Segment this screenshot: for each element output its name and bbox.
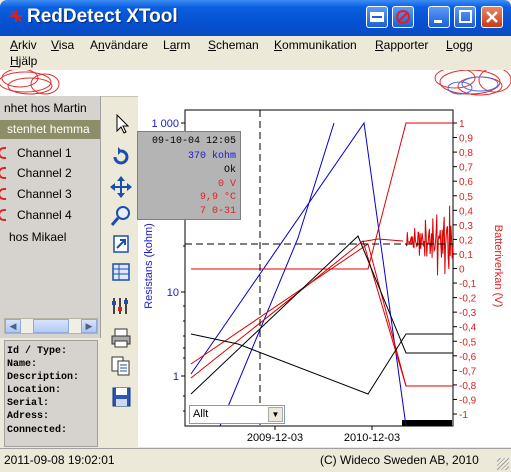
- maximize-button[interactable]: [454, 6, 476, 28]
- status-datetime: 2011-09-08 19:02:01: [4, 453, 115, 467]
- y-right-tick-label: -0,8: [459, 381, 477, 392]
- menu-visa[interactable]: Visa: [51, 38, 74, 52]
- zoom-icon[interactable]: [108, 204, 134, 228]
- tree-node-martin[interactable]: nhet hos Martin: [0, 99, 100, 118]
- tree-node-channel-1[interactable]: Channel 1: [0, 144, 100, 163]
- y-right-tick-label: 0,5: [459, 192, 473, 203]
- device-tree: nhet hos Martin stenhet hemma Channel 1 …: [0, 96, 101, 338]
- y-left-tick-label: 1: [173, 371, 179, 383]
- resize-grip[interactable]: [497, 458, 509, 470]
- y-right-tick-label: 0,6: [459, 177, 473, 188]
- y-right-tick-label: 0,7: [459, 163, 473, 174]
- tree-scrollbar[interactable]: ◀ ▶: [4, 318, 98, 334]
- window-title: RedDetect XTool: [27, 6, 178, 27]
- tooltip-code: 7 0-31: [199, 206, 236, 217]
- status-copyright: (C) Wideco Sweden AB, 2010: [320, 453, 479, 467]
- menu-larm[interactable]: Larm: [163, 38, 190, 52]
- table-icon[interactable]: [108, 260, 134, 284]
- menu-rapporter[interactable]: Rapporter: [375, 38, 428, 52]
- range-select-value: Allt: [193, 408, 209, 420]
- y-right-tick-label: -0,9: [459, 395, 477, 406]
- app-icon: [10, 10, 22, 22]
- header-banner: [0, 70, 511, 97]
- y-left-tick-label: 1 000: [151, 118, 179, 130]
- title-bar: RedDetect XTool: [0, 0, 511, 36]
- channel-icon: [0, 147, 6, 159]
- settings-icon[interactable]: [108, 294, 134, 318]
- chart-toolbar: [106, 108, 136, 448]
- menu-scheman[interactable]: Scheman: [208, 38, 259, 52]
- chevron-down-icon[interactable]: ▼: [268, 407, 283, 422]
- close-button[interactable]: [481, 6, 503, 28]
- tree-node-channel-3[interactable]: Channel 3: [0, 185, 100, 204]
- tree-node-channel-4[interactable]: Channel 4: [0, 206, 100, 225]
- menu-hjalp[interactable]: Hjälp: [10, 54, 37, 68]
- tooltip-voltage: 0 V: [217, 179, 236, 190]
- menu-arkiv[interactable]: Arkiv: [10, 38, 37, 52]
- y-right-tick-label: 0,4: [459, 206, 473, 217]
- menu-bar: Arkiv Visa Användare Larm Scheman Kommun…: [0, 36, 511, 70]
- copy-icon[interactable]: [108, 354, 134, 378]
- y-right-tick-label: -1: [459, 410, 468, 421]
- channel-icon: [0, 188, 6, 200]
- connect-icon[interactable]: [366, 6, 388, 28]
- tree-node-hemma[interactable]: stenhet hemma: [0, 120, 100, 139]
- minimize-button[interactable]: [428, 6, 450, 28]
- x-tick-label: 2009-12-03: [247, 432, 303, 444]
- y-right-tick-label: -0,1: [459, 279, 477, 290]
- y-right-tick-label: -0,7: [459, 366, 477, 377]
- y-right-tick-label: 0,9: [459, 134, 473, 145]
- y-right-tick-label: 1: [459, 119, 465, 130]
- range-select[interactable]: Allt ▼: [189, 405, 285, 424]
- tooltip-temp: 9,9 °C: [199, 192, 236, 203]
- export-icon[interactable]: [108, 232, 134, 256]
- y-left-tick-label: 10: [167, 287, 179, 299]
- tooltip-resistance: 370 kohm: [187, 151, 236, 162]
- menu-kommunikation[interactable]: Kommunikation: [274, 38, 357, 52]
- disconnect-icon[interactable]: [392, 6, 414, 28]
- scroll-thumb[interactable]: [33, 319, 69, 333]
- y-right-tick-label: -0,4: [459, 323, 477, 334]
- y-right-tick-label: 0: [459, 265, 465, 276]
- y-right-tick-label: -0,6: [459, 352, 477, 363]
- channel-icon: [0, 209, 6, 221]
- tooltip-datetime: 09-10-04 12:05: [151, 136, 236, 147]
- channel-icon: [0, 167, 6, 179]
- y-axis-label-left: Resistans (kohm): [143, 223, 155, 309]
- info-adress-label: Adress:: [7, 411, 50, 422]
- info-name-label: Name:: [7, 359, 38, 370]
- menu-logg[interactable]: Logg: [446, 38, 473, 52]
- y-right-tick-label: -0,2: [459, 294, 477, 305]
- y-right-tick-label: 0,3: [459, 221, 473, 232]
- y-right-tick-label: -0,3: [459, 308, 477, 319]
- y-right-tick-label: 0,8: [459, 148, 473, 159]
- y-right-tick-label: -0,5: [459, 337, 477, 348]
- tree-node-mikael[interactable]: hos Mikael: [0, 228, 100, 247]
- data-tooltip: 09-10-04 12:05 370 kohm Ok 0 V 9,9 °C 7 …: [137, 131, 241, 220]
- info-location-label: Location:: [7, 385, 62, 396]
- tree-node-channel-2[interactable]: Channel 2: [0, 164, 100, 183]
- refresh-icon[interactable]: [108, 145, 134, 169]
- info-id-type-label: Id / Type:: [7, 346, 68, 357]
- device-info-panel: Id / Type: Name: Description: Location: …: [4, 340, 98, 447]
- scroll-right-icon[interactable]: ▶: [81, 319, 97, 333]
- y-right-tick-label: 0,2: [459, 235, 473, 246]
- banner-decoration: [0, 70, 511, 96]
- save-icon[interactable]: [108, 385, 134, 409]
- info-description-label: Description:: [7, 372, 80, 383]
- scroll-left-icon[interactable]: ◀: [5, 319, 21, 333]
- info-serial-label: Serial:: [7, 398, 50, 409]
- menu-anvandare[interactable]: Användare: [90, 38, 148, 52]
- y-right-tick-label: 0,1: [459, 250, 473, 261]
- print-icon[interactable]: [108, 326, 134, 350]
- move-icon[interactable]: [108, 175, 134, 199]
- info-connected-label: Connected:: [7, 425, 68, 436]
- x-tick-label: 2010-12-03: [344, 432, 400, 444]
- status-bar: 2011-09-08 19:02:01 (C) Wideco Sweden AB…: [0, 448, 511, 472]
- pointer-icon[interactable]: [108, 112, 134, 136]
- y-axis-label-right: Batteriverkan (V): [492, 225, 504, 308]
- tooltip-status: Ok: [223, 165, 236, 176]
- timeline-marker: [402, 420, 452, 426]
